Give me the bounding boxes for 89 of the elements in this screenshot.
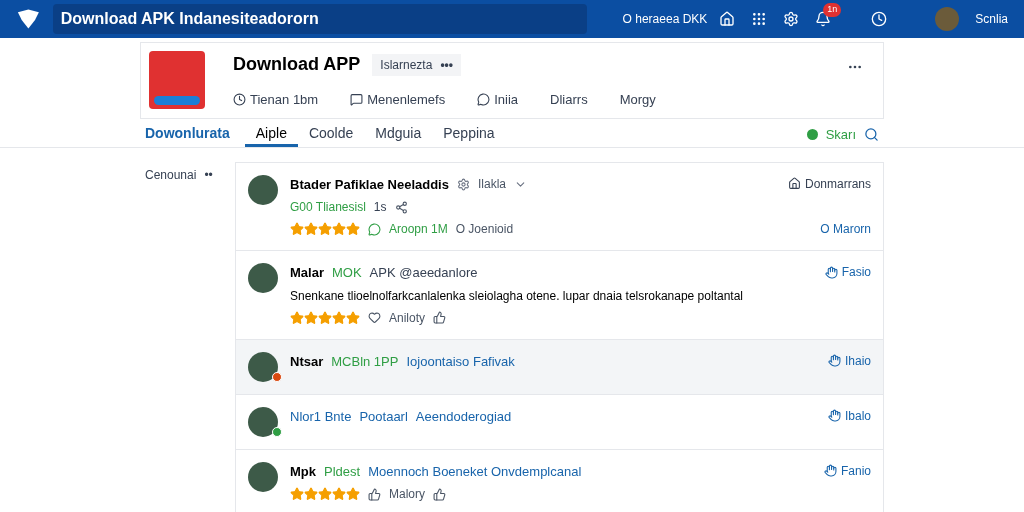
star-icon xyxy=(290,310,304,325)
review-text: APK @aeedanlore xyxy=(369,264,478,282)
thumbs-up-icon[interactable] xyxy=(433,487,446,501)
star-icon xyxy=(304,222,318,236)
hand-icon xyxy=(824,265,838,279)
reviewer-name: Malar xyxy=(290,264,324,282)
footer-text: Aroopn 1M xyxy=(389,221,448,238)
action-button[interactable]: Ihaio xyxy=(827,351,871,370)
review-text: MOK xyxy=(331,264,362,282)
review-text: Iojoontaiso Fafivak xyxy=(406,352,515,371)
comment-icon xyxy=(368,222,381,236)
thumbs-up-icon[interactable] xyxy=(368,487,381,501)
more-dots[interactable]: •• xyxy=(204,165,213,512)
thumbs-up-icon[interactable] xyxy=(433,311,447,324)
avatar-placeholder xyxy=(248,406,278,437)
search-icon[interactable] xyxy=(864,127,879,142)
star-icon xyxy=(290,487,304,501)
avatar-placeholder xyxy=(248,351,278,382)
review-text: Nlor1 Bnte xyxy=(290,407,352,426)
hand-icon xyxy=(827,409,841,422)
action-button[interactable]: Donmarrans xyxy=(787,174,871,193)
notification-badge: 1n xyxy=(823,3,842,17)
clock-icon xyxy=(233,93,246,107)
app-meta: Tienan 1bm xyxy=(233,90,319,110)
grid-icon[interactable] xyxy=(751,11,768,27)
app-logo xyxy=(149,51,205,110)
star-icon xyxy=(346,487,360,501)
action-button[interactable]: Fanio xyxy=(823,461,871,480)
app-meta: Iniia xyxy=(477,90,519,110)
star-icon xyxy=(318,222,332,236)
status-label: Skarı xyxy=(825,125,856,144)
nav-tab[interactable]: Peppina xyxy=(432,122,506,147)
share-icon[interactable] xyxy=(394,200,408,214)
star-icon xyxy=(290,222,304,236)
more-dots[interactable]: ••• xyxy=(440,55,453,74)
home-icon[interactable] xyxy=(719,11,736,27)
footer-text: Malory xyxy=(389,486,425,503)
meta-text: Ilakla xyxy=(477,176,506,194)
sidebar-label[interactable]: Cenounai xyxy=(145,165,197,512)
review-text: Moennoch Boeneket Onvdemplcanal xyxy=(368,462,582,481)
avatar-placeholder xyxy=(248,174,278,205)
footer-text: O Joenioid xyxy=(455,221,514,238)
app-meta: Menenlemefs xyxy=(350,90,446,110)
action-button[interactable]: Ibalo xyxy=(827,406,871,425)
action-link[interactable]: O Marorn xyxy=(820,220,871,238)
reviewer-name: Btader Pafiklae Neeladdis xyxy=(290,175,449,194)
star-icon xyxy=(332,487,346,501)
logo-icon xyxy=(16,8,41,30)
action-button[interactable]: Fasio xyxy=(824,263,871,281)
comment-icon xyxy=(350,93,364,107)
review-text: Pldest xyxy=(324,462,361,481)
avatar-placeholder xyxy=(248,263,278,293)
bell-icon[interactable] xyxy=(815,11,832,27)
reviewer-name: Mpk xyxy=(290,462,316,481)
nav-tab[interactable]: Coolde xyxy=(297,122,365,147)
star-icon xyxy=(332,310,346,325)
category-tag[interactable]: Islarnezta ••• xyxy=(372,53,461,76)
user-name[interactable]: Scnlia xyxy=(975,10,1008,28)
app-title: Download APP xyxy=(233,53,361,76)
settings-icon[interactable] xyxy=(783,11,800,27)
chat-icon xyxy=(477,93,491,107)
star-icon xyxy=(318,487,332,501)
site-title: Download APK Indanesiteadororn xyxy=(60,9,319,29)
hand-icon xyxy=(823,464,837,477)
star-icon xyxy=(346,310,360,325)
star-icon xyxy=(332,222,346,236)
nav-tab[interactable]: Mdguia xyxy=(364,122,433,147)
review-text: Aeendoderogiad xyxy=(415,407,512,426)
app-meta: Dliarrs xyxy=(550,91,588,109)
star-icon xyxy=(318,310,332,325)
heart-icon[interactable] xyxy=(368,311,381,324)
review-text: G00 Tlianesisl xyxy=(290,199,366,216)
star-icon xyxy=(346,222,360,236)
clock-icon[interactable] xyxy=(871,11,888,27)
review-body: Snenkane tlioelnolfarkcanlalenka sleiolagha otene. lupar dnaia telsrokanape poltantal xyxy=(290,287,744,305)
home-icon xyxy=(787,177,801,190)
hand-icon xyxy=(827,354,841,367)
search-text[interactable]: O heraeea DKK xyxy=(622,10,708,28)
app-meta: Morgy xyxy=(619,91,656,109)
brand-tab[interactable]: Dowonlurata xyxy=(145,122,241,147)
avatar-placeholder xyxy=(248,461,278,492)
nav-tab[interactable]: Aiple xyxy=(244,122,298,147)
footer-text: Aniloty xyxy=(389,309,426,327)
star-icon xyxy=(304,310,318,325)
review-text: Pootaarl xyxy=(359,407,408,426)
reviewer-name: Ntsar xyxy=(290,352,324,371)
review-text: 1s xyxy=(373,199,387,216)
review-text: MCBln 1PP xyxy=(331,352,399,371)
star-icon xyxy=(304,487,318,501)
